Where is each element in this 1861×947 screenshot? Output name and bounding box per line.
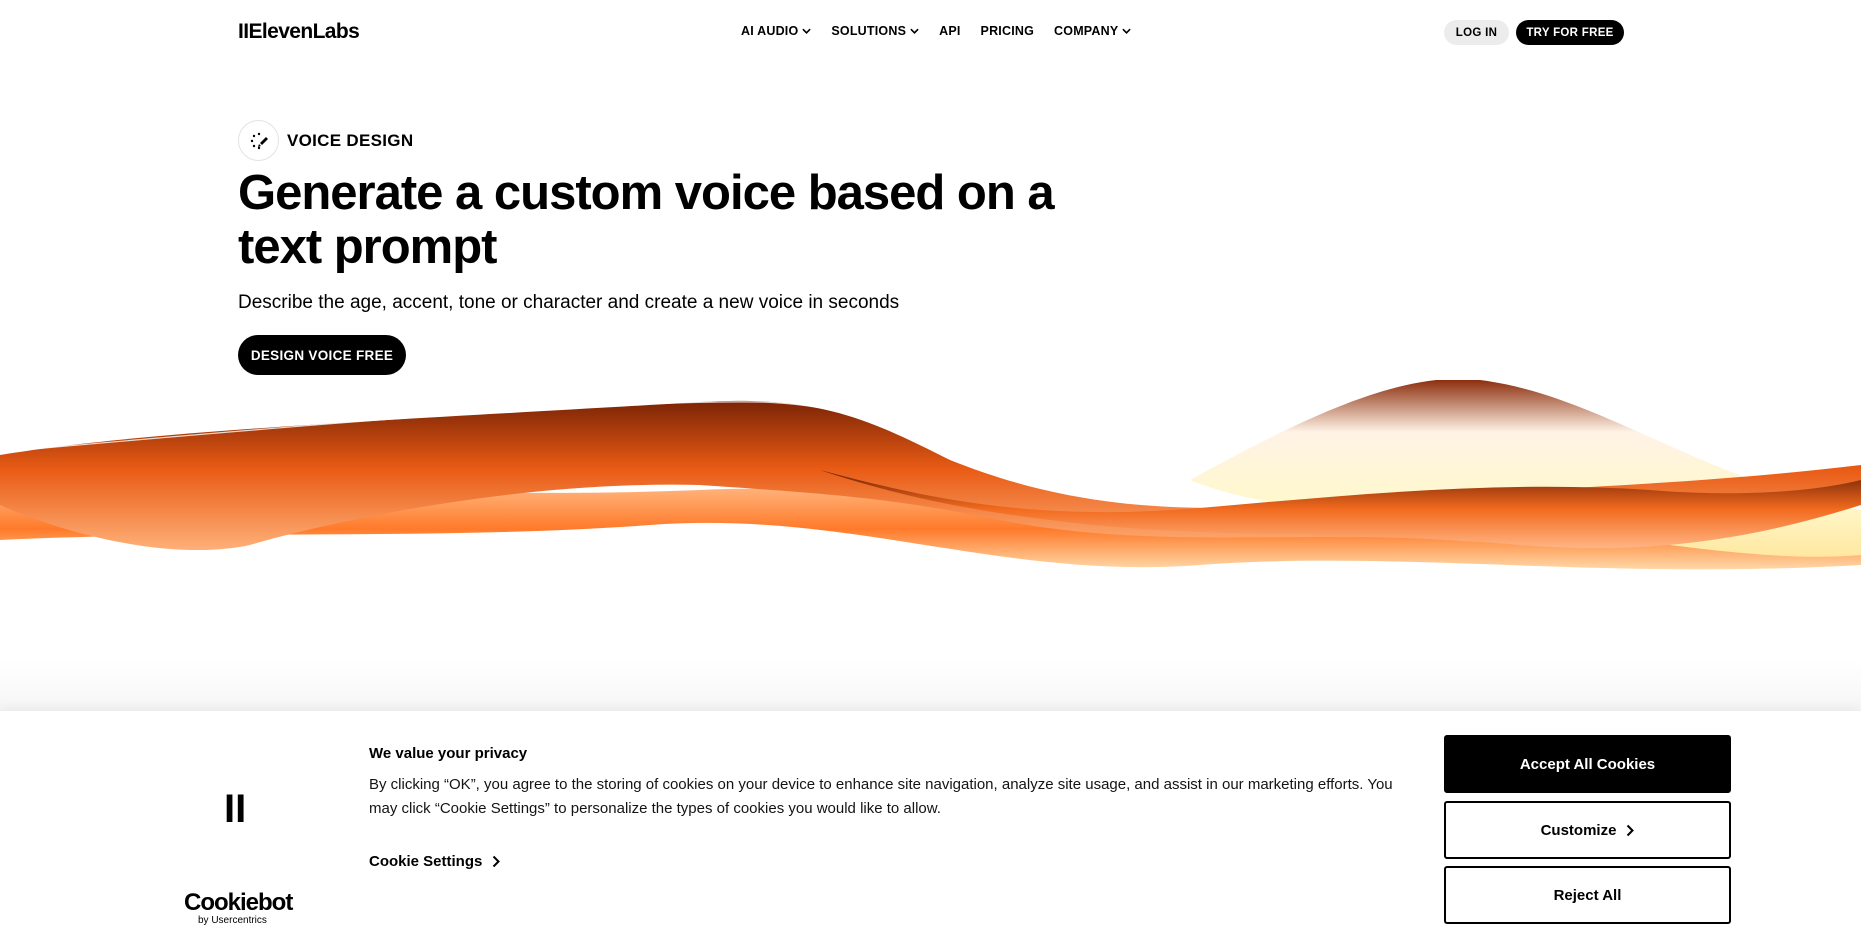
nav-company[interactable]: COMPANY [1054,24,1132,38]
cookiebot-sub: by Usercentrics [198,915,267,926]
chevron-down-icon [910,28,919,34]
cookie-settings-label: Cookie Settings [369,853,483,870]
nav-label: AI AUDIO [741,24,799,38]
cookie-description: By clicking “OK”, you agree to the stori… [369,776,1393,817]
nav-label: API [939,24,961,38]
chevron-down-icon [802,28,812,34]
page-title: Generate a custom voice based on a text … [238,166,1055,274]
main-nav: AI AUDIO SOLUTIONS API PRICING COMPANY [741,24,1151,38]
customize-label: Customize [1540,821,1617,839]
chevron-right-icon [493,855,501,868]
voice-design-badge: VOICE DESIGN [238,120,413,161]
cookie-title: We value your privacy [369,745,528,762]
cookie-settings-link[interactable]: Cookie Settings [369,853,501,870]
design-voice-free-button[interactable]: DESIGN VOICE FREE [238,335,406,375]
nav-label: COMPANY [1054,24,1119,38]
chevron-right-icon [1627,824,1635,836]
orange-wave-graphic [0,380,1861,570]
hero-subtitle: Describe the age, accent, tone or charac… [238,292,900,313]
nav-label: SOLUTIONS [831,24,907,38]
log-in-button[interactable]: LOG IN [1444,20,1509,45]
try-for-free-button[interactable]: TRY FOR FREE [1516,20,1624,45]
elevenlabs-mark-logo: II [224,787,247,831]
nav-api[interactable]: API [939,24,960,38]
nav-pricing[interactable]: PRICING [981,24,1035,38]
cookie-consent-banner: II Cookiebot by Usercentrics We value yo… [0,710,1861,947]
nav-solutions[interactable]: SOLUTIONS [831,24,919,38]
voice-design-icon [238,120,279,161]
chevron-down-icon [1122,28,1132,34]
nav-ai-audio[interactable]: AI AUDIO [741,24,812,38]
reject-all-button[interactable]: Reject All [1444,866,1731,924]
badge-label: VOICE DESIGN [287,130,414,150]
nav-label: PRICING [980,24,1035,38]
cookiebot-name: Cookiebot [184,889,293,916]
customize-button[interactable]: Customize [1444,801,1731,859]
cookiebot-logo: Cookiebot by Usercentrics [184,889,293,927]
site-header: IIElevenLabs AI AUDIO SOLUTIONS API PRIC… [0,0,1861,64]
elevenlabs-logo[interactable]: IIElevenLabs [238,20,360,44]
accept-all-cookies-button[interactable]: Accept All Cookies [1444,735,1731,793]
section-fade [0,660,1861,710]
